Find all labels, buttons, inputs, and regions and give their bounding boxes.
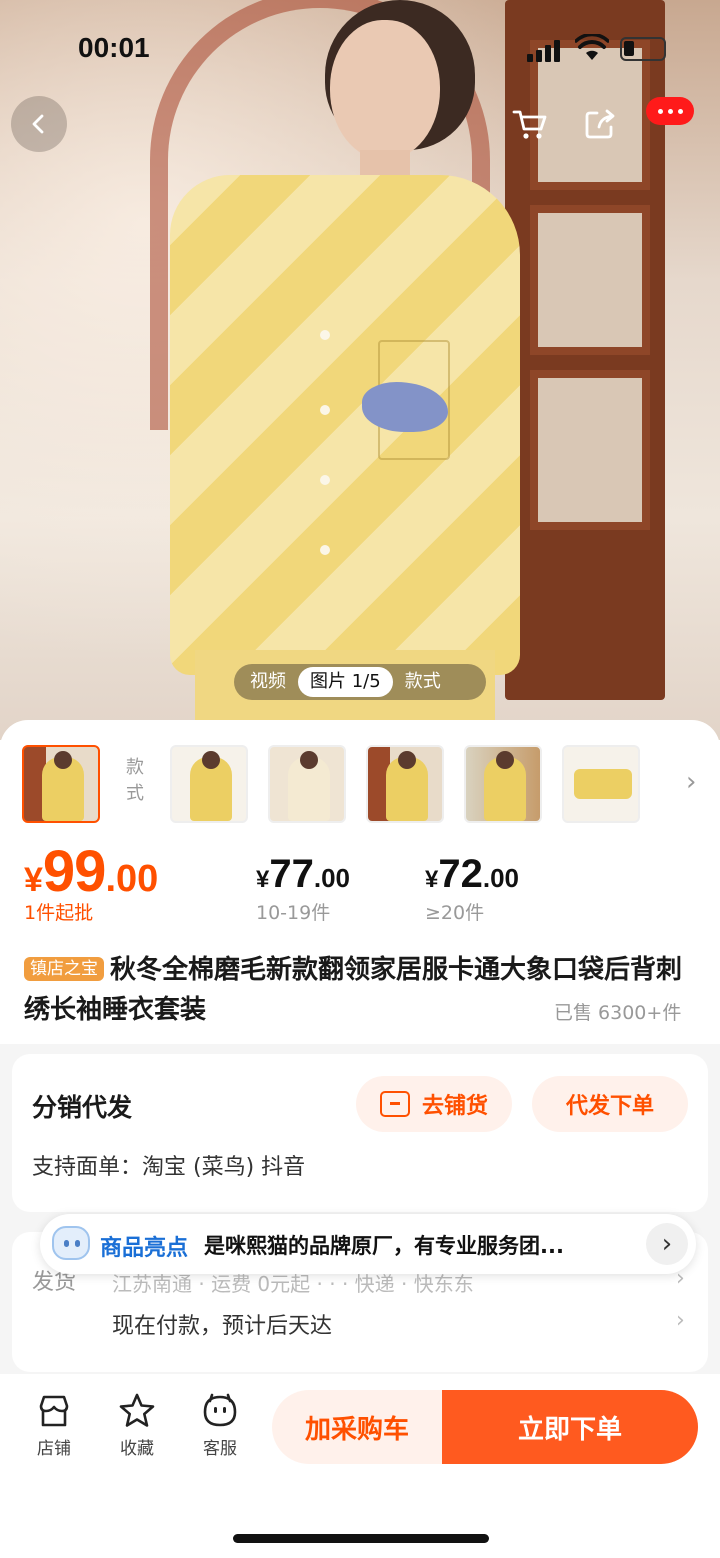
store-treasure-badge: 镇店之宝: [24, 957, 104, 981]
thumbnail-head: [202, 751, 220, 769]
drop-ship-order-label: 代发下单: [565, 1094, 654, 1119]
signal-icon: [527, 40, 565, 62]
product-highlight-banner[interactable]: 商品亮点 是咪熙猫的品牌原厂，有专业服务团... ›: [40, 1214, 696, 1274]
distribution-title: 分销代发: [32, 1093, 133, 1122]
dot-icon: [667, 108, 673, 114]
share-button[interactable]: [572, 96, 628, 152]
price-decimal: .00: [482, 863, 520, 893]
thumbnail-figure: [574, 769, 632, 799]
thumbnail-head: [398, 751, 416, 769]
price-currency: ¥: [24, 861, 43, 899]
chevron-right-icon: ›: [676, 1308, 685, 1333]
price-tier-2: ¥72.00: [425, 852, 519, 897]
highlight-key: 商品亮点: [100, 1236, 189, 1261]
sold-count: 已售 6300+件: [554, 1002, 682, 1024]
chevron-left-icon: [32, 114, 44, 134]
delivery-eta: 现在付款，预计后天达: [112, 1314, 333, 1339]
favorite-button[interactable]: 收藏: [107, 1392, 167, 1459]
tab-styles[interactable]: 款式: [393, 667, 453, 697]
tab-video[interactable]: 视频: [238, 667, 298, 697]
price-currency: ¥: [256, 866, 270, 893]
thumbnail-head: [54, 751, 72, 769]
chevron-right-icon[interactable]: ›: [646, 1223, 688, 1265]
tab-images[interactable]: 图片 1/5: [298, 667, 393, 697]
customer-service-icon: [203, 1393, 237, 1427]
price-integer: 99: [42, 839, 107, 904]
price-integer: 72: [438, 852, 483, 896]
price-tier-2-label: ≥20件: [425, 902, 485, 924]
shop-icon: [39, 1395, 69, 1427]
price-main-label: 1件起批: [24, 902, 94, 924]
bottom-action-bar: 店铺 收藏 客服 加采购车 立即下单: [0, 1374, 720, 1558]
more-button[interactable]: [646, 97, 694, 125]
go-stock-button[interactable]: 去铺货: [356, 1076, 512, 1132]
distribution-card: 分销代发 去铺货 代发下单 支持面单：淘宝 (菜鸟) 抖音: [12, 1054, 708, 1212]
thumbnail-6[interactable]: [562, 745, 640, 823]
favorite-label: 收藏: [120, 1439, 154, 1459]
thumbnail-strip: 款式 ›: [22, 745, 712, 823]
shop-label: 店铺: [37, 1439, 71, 1459]
price-integer: 77: [269, 852, 314, 896]
dot-icon: [677, 108, 683, 114]
go-stock-label: 去铺货: [421, 1094, 488, 1119]
thumbnail-4[interactable]: [366, 745, 444, 823]
cart-button[interactable]: [502, 96, 558, 152]
buy-now-button[interactable]: 立即下单: [442, 1390, 698, 1464]
home-indicator: [233, 1534, 489, 1543]
folder-icon: [379, 1091, 410, 1117]
thumbnail-head: [300, 751, 318, 769]
chevron-right-icon[interactable]: ›: [686, 767, 696, 797]
price-decimal: .00: [105, 858, 159, 900]
drop-ship-order-button[interactable]: 代发下单: [532, 1076, 688, 1132]
cart-icon: [512, 110, 547, 139]
price-currency: ¥: [425, 866, 439, 893]
price-tier-1: ¥77.00: [256, 852, 350, 897]
style-label: 款式: [126, 757, 144, 804]
price-main: ¥99.00: [24, 838, 158, 905]
hero-window-pane: [530, 205, 650, 355]
waybill-support-text: 支持面单：淘宝 (菜鸟) 抖音: [32, 1155, 306, 1180]
thumbnail-5[interactable]: [464, 745, 542, 823]
share-icon: [585, 109, 615, 139]
dot-icon: [657, 108, 663, 114]
thumbnail-2[interactable]: [170, 745, 248, 823]
wifi-icon: [575, 34, 609, 60]
price-decimal: .00: [313, 863, 351, 893]
price-tier-1-label: 10-19件: [256, 902, 331, 924]
highlight-text: 是咪熙猫的品牌原厂，有专业服务团...: [204, 1234, 564, 1258]
status-time: 00:01: [78, 32, 150, 63]
add-to-purchase-cart-button[interactable]: 加采购车: [272, 1390, 442, 1464]
hero-window-pane: [530, 370, 650, 530]
status-bar: 00:01: [0, 0, 720, 96]
customer-service-label: 客服: [203, 1439, 237, 1459]
thumbnail-1[interactable]: [22, 745, 100, 823]
thumbnail-3[interactable]: [268, 745, 346, 823]
media-tabs: 视频 图片 1/5 款式: [234, 664, 486, 700]
thumbnail-head: [496, 751, 514, 769]
mascot-icon: [52, 1226, 90, 1260]
pajama-shirt: [170, 175, 520, 675]
battery-icon: [620, 37, 666, 61]
customer-service-button[interactable]: 客服: [190, 1392, 250, 1459]
shop-button[interactable]: 店铺: [24, 1392, 84, 1459]
star-icon: [119, 1393, 155, 1427]
back-button[interactable]: [11, 96, 67, 152]
